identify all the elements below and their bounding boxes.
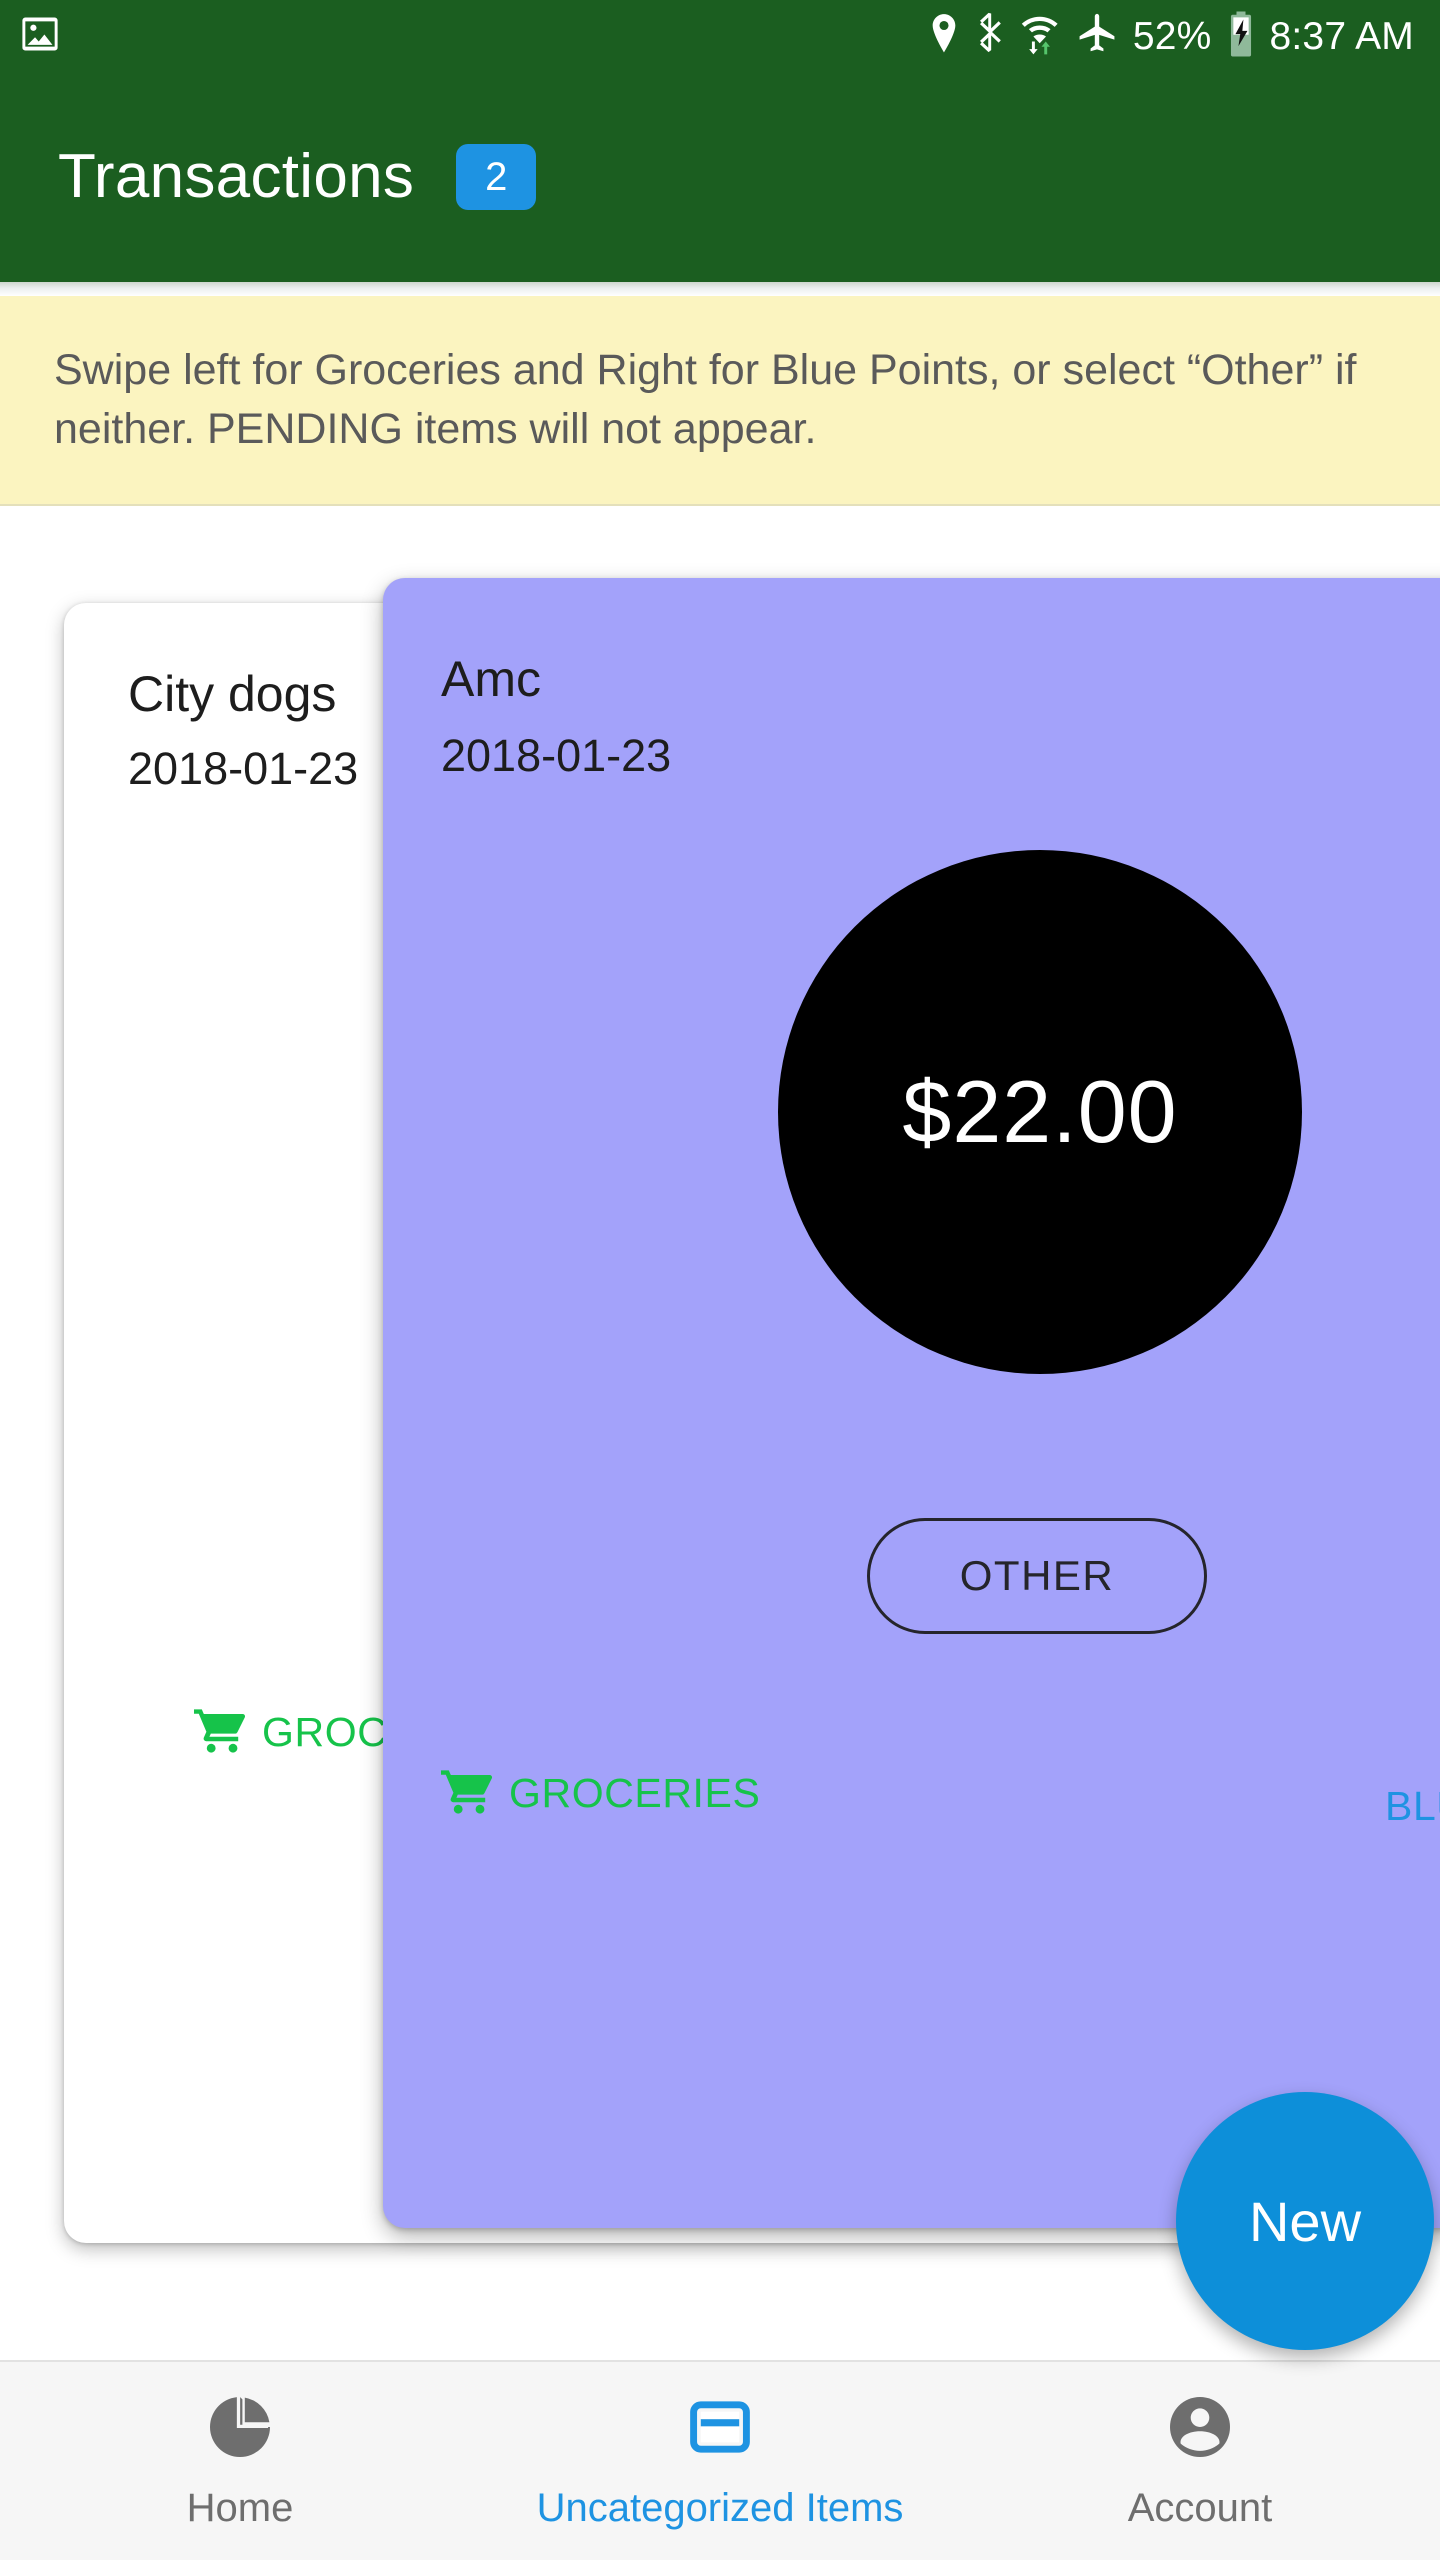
status-bar-left: [18, 12, 62, 61]
instruction-banner-text: Swipe left for Groceries and Right for B…: [54, 345, 1357, 453]
amount-label: $22.00: [902, 1062, 1178, 1161]
status-bar: 52% 8:37 AM: [0, 0, 1440, 72]
page-title: Transactions: [58, 142, 415, 211]
nav-item-account-label: Account: [1127, 2486, 1273, 2530]
transaction-date: 2018-01-23: [128, 743, 359, 794]
amount-circle: $22.00: [778, 850, 1302, 1374]
new-transaction-fab[interactable]: New: [1176, 2092, 1434, 2350]
app-bar-divider: [0, 282, 1440, 296]
clock-label: 8:37 AM: [1269, 14, 1414, 58]
swipe-left-groceries-hint: GROCERIES: [441, 1768, 760, 1819]
nav-item-account[interactable]: Account: [960, 2391, 1440, 2531]
merchant-name: Amc: [441, 651, 541, 707]
transaction-count-badge: 2: [456, 144, 537, 210]
app-root: 52% 8:37 AM Transactions 2 Swipe left fo…: [0, 0, 1440, 2560]
nav-item-home-label: Home: [186, 2486, 294, 2530]
airplane-mode-icon: [1075, 12, 1119, 61]
battery-charging-icon: [1226, 11, 1256, 62]
new-transaction-fab-label: New: [1248, 2189, 1362, 2253]
transaction-card-stack: City dogs 2018-01-23 GROCERIES Amc 2018-…: [0, 508, 1440, 2358]
bottom-navigation: Home Uncategorized Items Account: [0, 2360, 1440, 2560]
other-category-button[interactable]: OTHER: [867, 1518, 1207, 1634]
transaction-date: 2018-01-23: [441, 730, 672, 781]
nav-item-uncategorized-items[interactable]: Uncategorized Items: [480, 2391, 960, 2531]
pie-chart-icon: [204, 2391, 276, 2468]
app-bar: Transactions 2: [0, 72, 1440, 282]
merchant-name: City dogs: [128, 666, 337, 722]
instruction-banner: Swipe left for Groceries and Right for B…: [0, 296, 1440, 506]
nav-item-uncategorized-items-label: Uncategorized Items: [536, 2486, 904, 2530]
bluetooth-icon: [975, 12, 1005, 61]
status-bar-right: 52% 8:37 AM: [927, 11, 1414, 62]
nav-item-home[interactable]: Home: [0, 2391, 480, 2531]
shopping-cart-icon: [194, 1707, 246, 1758]
location-pin-icon: [927, 12, 961, 61]
swipe-left-label: GROCERIES: [509, 1770, 761, 1816]
credit-card-icon: [684, 2391, 756, 2468]
battery-percent-label: 52%: [1132, 14, 1212, 58]
shopping-cart-icon: [441, 1768, 493, 1819]
person-circle-icon: [1164, 2391, 1236, 2468]
wifi-icon: [1019, 12, 1061, 61]
other-category-button-label: OTHER: [959, 1552, 1115, 1599]
swipe-right-label: BLUE POINTS: [1385, 1783, 1440, 1829]
image-icon: [18, 12, 62, 61]
transaction-card-front[interactable]: Amc 2018-01-23 $22.00 OTHER GROCERIES BL: [383, 578, 1440, 2228]
swipe-right-bluepoints-hint: BLUE POINTS: [1385, 1783, 1440, 1830]
